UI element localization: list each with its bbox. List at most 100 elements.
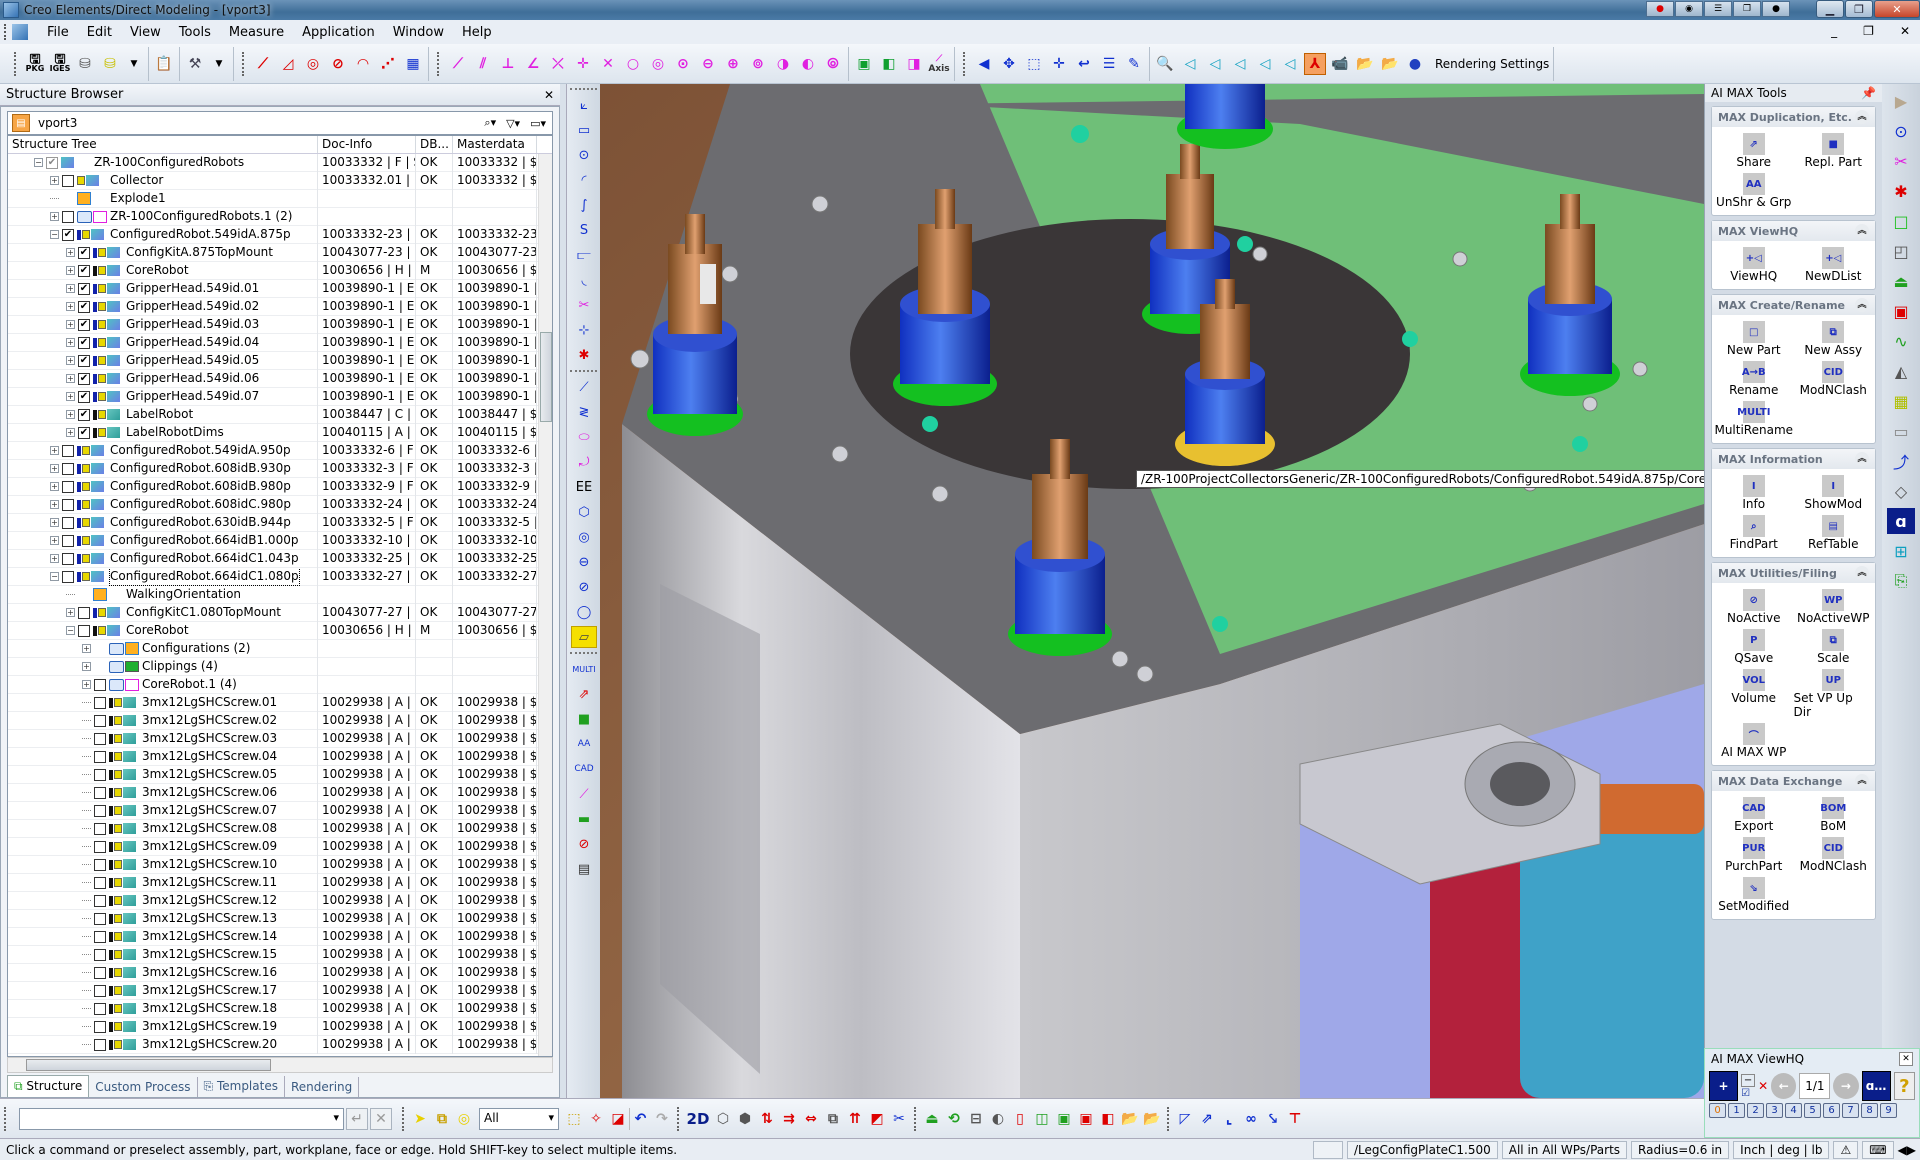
tool-button[interactable]: ⌕ FindPart <box>1714 515 1794 551</box>
node-label[interactable]: 3mx12LgSHCScrew.18 <box>142 1000 277 1017</box>
scroll-thumb[interactable] <box>540 332 552 422</box>
menu-tools[interactable]: Tools <box>170 25 220 40</box>
tool-button[interactable]: A→B Rename <box>1714 361 1794 397</box>
node-label[interactable]: CoreRobot.1 (4) <box>142 676 237 693</box>
tree-row[interactable]: − ConfiguredRobot.664idC1.080p 10033332-27… <box>8 567 552 586</box>
no-active-icon[interactable]: ⊘ <box>571 833 597 855</box>
visibility-checkbox[interactable] <box>94 858 106 871</box>
tree-row[interactable]: + ConfiguredRobot.608idC.980p 10033332-24 … <box>8 495 552 514</box>
node-label[interactable]: LabelRobotDims <box>126 424 224 441</box>
extrude-icon[interactable]: ◰ <box>1887 238 1915 264</box>
tree-row[interactable]: + ConfiguredRobot.608idB.930p 10033332-3 |… <box>8 459 552 478</box>
node-label[interactable]: 3mx12LgSHCScrew.01 <box>142 694 277 711</box>
green-square-icon[interactable]: □ <box>1887 208 1915 234</box>
camera-add-icon[interactable]: ◁ <box>1229 53 1251 75</box>
slot-icon[interactable]: ▯ <box>1009 1108 1031 1130</box>
menu-application[interactable]: Application <box>293 25 384 40</box>
share-icon[interactable]: ⇗ <box>571 683 597 705</box>
visibility-checkbox[interactable]: ✔ <box>78 390 90 403</box>
save-iges-icon[interactable]: 🖫 IGES <box>49 53 71 75</box>
collapse-icon[interactable]: − <box>50 230 59 239</box>
visibility-checkbox[interactable]: ✔ <box>78 426 90 439</box>
collapse-chevron-icon[interactable]: ︽ <box>1855 452 1869 466</box>
node-label[interactable]: 3mx12LgSHCScrew.05 <box>142 766 277 783</box>
tree-row[interactable]: 3mx12LgSHCScrew.17 10029938 | A | S...OK1… <box>8 981 552 1000</box>
save-pkg-icon[interactable]: 🖫 PKG <box>24 53 46 75</box>
expand-icon[interactable]: + <box>50 518 59 527</box>
visibility-checkbox[interactable] <box>62 552 74 565</box>
visibility-checkbox[interactable] <box>62 174 74 187</box>
menu-help[interactable]: Help <box>453 25 501 40</box>
visibility-checkbox[interactable] <box>94 930 106 943</box>
expand-icon[interactable]: + <box>66 392 75 401</box>
undo-icon[interactable]: ↶ <box>629 1107 651 1130</box>
tool-button[interactable]: I Info <box>1714 475 1794 511</box>
turn-icon[interactable]: ⟲ <box>943 1108 965 1130</box>
load-view-icon[interactable]: 📂 <box>1354 53 1376 75</box>
surface-icon[interactable]: ▦ <box>1887 388 1915 414</box>
node-label[interactable]: 3mx12LgSHCScrew.10 <box>142 856 277 873</box>
visibility-checkbox[interactable] <box>94 696 106 709</box>
expand-icon[interactable]: + <box>50 554 59 563</box>
expand-icon[interactable]: + <box>50 176 59 185</box>
hole-icon[interactable]: ⊞ <box>1887 538 1915 564</box>
tool-button[interactable]: ⧉ New Assy <box>1794 321 1874 357</box>
visibility-checkbox[interactable] <box>62 498 74 511</box>
visibility-checkbox[interactable] <box>94 876 106 889</box>
tool-button[interactable]: CAD Export <box>1714 797 1794 833</box>
split-icon[interactable]: ⊹ <box>571 319 597 341</box>
node-label[interactable]: Configurations (2) <box>142 640 250 657</box>
wp-set-icon[interactable]: ▬ <box>571 808 597 830</box>
section-header[interactable]: MAX Information ︽ <box>1712 449 1875 469</box>
node-label[interactable]: 3mx12LgSHCScrew.11 <box>142 874 277 891</box>
keyboard-icon[interactable]: ⌨ <box>1862 1140 1894 1159</box>
expand-icon[interactable]: + <box>50 536 59 545</box>
column-structure-tree[interactable]: Structure Tree <box>8 136 318 153</box>
tab-templates[interactable]: ⎘ Templates <box>197 1076 285 1097</box>
node-label[interactable]: ConfiguredRobot.630idB.944p <box>110 514 291 531</box>
tab-custom-process[interactable]: Custom Process <box>89 1077 198 1097</box>
node-label[interactable]: ConfiguredRobot.664idB1.000p <box>110 532 298 549</box>
tree-row[interactable]: 3mx12LgSHCScrew.15 10029938 | A | S...OK1… <box>8 945 552 964</box>
node-label[interactable]: ConfiguredRobot.608idB.980p <box>110 478 291 495</box>
tool-button[interactable]: ⊘ NoActive <box>1714 589 1794 625</box>
remove-view-button[interactable]: − <box>1741 1073 1756 1087</box>
toolbar-grip[interactable] <box>963 51 966 76</box>
3d-viewport[interactable]: /ZR-100ProjectCollectorsGeneric/ZR-100Co… <box>600 84 1704 1098</box>
section-header[interactable]: MAX ViewHQ ︽ <box>1712 221 1875 241</box>
tree-row[interactable]: Explode1 <box>8 189 552 208</box>
measure-arc-icon[interactable]: ◠ <box>352 53 374 75</box>
expand-icon[interactable]: + <box>50 212 59 221</box>
tool-button[interactable]: ⇗ Share <box>1714 133 1794 169</box>
tree-row[interactable]: + CoreRobot.1 (4) <box>8 675 552 694</box>
visibility-checkbox[interactable] <box>62 570 74 583</box>
save-model-icon[interactable]: ⛁ <box>74 53 96 75</box>
tab-structure[interactable]: ⧉ Structure <box>7 1075 90 1097</box>
section-header[interactable]: MAX Data Exchange ︽ <box>1712 771 1875 791</box>
enter-button[interactable]: ↵ <box>346 1107 368 1130</box>
column-db[interactable]: DB... <box>416 136 453 153</box>
close-viewhq-button[interactable]: ✕ <box>1899 1052 1913 1066</box>
tool-button[interactable]: MULTI MultiRename <box>1714 401 1794 437</box>
view-slot-button[interactable]: 3 <box>1766 1103 1783 1118</box>
node-label[interactable]: 3mx12LgSHCScrew.09 <box>142 838 277 855</box>
tool-button[interactable]: □ New Part <box>1714 321 1794 357</box>
collapse-chevron-icon[interactable]: ︽ <box>1855 774 1869 788</box>
help-button[interactable]: ? <box>1893 1072 1916 1100</box>
chamfer-3d-icon[interactable]: ⤥ <box>1262 1108 1284 1130</box>
toolbar-grip[interactable] <box>4 24 8 40</box>
select-region-icon[interactable]: ◎ <box>453 1108 475 1130</box>
play-icon[interactable]: ▶ <box>1887 88 1915 114</box>
node-label[interactable]: ZR-100ConfiguredRobots <box>94 154 244 171</box>
rectangle-icon[interactable]: ▭ <box>571 119 597 141</box>
expand-icon[interactable]: + <box>66 374 75 383</box>
tree-row[interactable]: + Collector 10033332.01 | |...OK10033332 |… <box>8 171 552 190</box>
radius-circle-icon[interactable]: ⊖ <box>571 551 597 573</box>
split-3d-icon[interactable]: ⊤ <box>1284 1108 1306 1130</box>
command-input[interactable] <box>19 1107 344 1130</box>
polyline-icon[interactable]: ⟀ <box>571 94 597 116</box>
node-label[interactable]: Collector <box>110 172 163 189</box>
undo-view-icon[interactable]: ↩ <box>1073 53 1095 75</box>
sweep-icon[interactable]: ∿ <box>1887 328 1915 354</box>
camera-plus-icon[interactable]: ◁ <box>1204 53 1226 75</box>
